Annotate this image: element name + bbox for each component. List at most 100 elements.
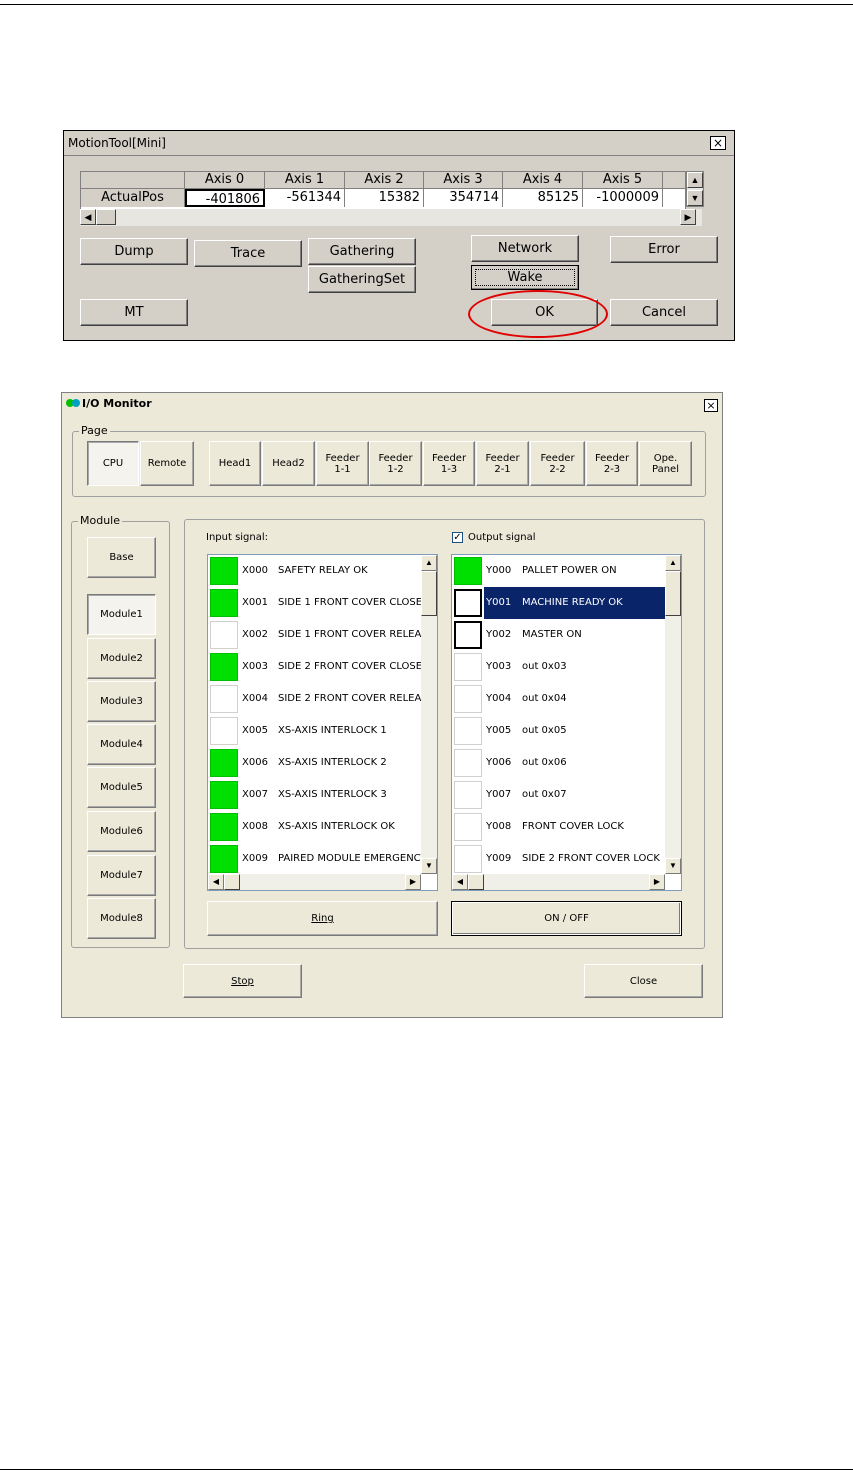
signal-code: Y008 <box>486 821 512 832</box>
close-button[interactable]: Close <box>584 964 703 998</box>
signal-name: SIDE 2 FRONT COVER CLOSE <box>278 661 423 672</box>
output-led-y001 <box>454 589 482 617</box>
page-button-head2[interactable]: Head2 <box>262 441 315 486</box>
page-button-feeder-1-3[interactable]: Feeder 1-3 <box>423 441 475 486</box>
trace-button[interactable]: Trace <box>194 240 302 267</box>
list-item[interactable]: X007 XS-AXIS INTERLOCK 3 <box>208 779 422 811</box>
scroll-left-icon[interactable]: ◀ <box>208 874 224 890</box>
input-list-vertical-scrollbar[interactable]: ▲ ▼ <box>421 555 437 874</box>
scroll-left-icon[interactable]: ◀ <box>80 209 96 225</box>
list-item[interactable]: X008 XS-AXIS INTERLOCK OK <box>208 811 422 843</box>
dump-button[interactable]: Dump <box>80 238 188 265</box>
list-item[interactable]: Y006 out 0x06 <box>452 747 666 779</box>
signal-code: X002 <box>242 629 268 640</box>
output-list-scroll-thumb[interactable] <box>665 571 681 616</box>
page-button-head1[interactable]: Head1 <box>209 441 261 486</box>
list-item[interactable]: X000 SAFETY RELAY OK <box>208 555 422 587</box>
scroll-up-icon[interactable]: ▲ <box>421 555 437 571</box>
scroll-up-icon[interactable]: ▲ <box>687 172 703 188</box>
list-item[interactable]: Y007 out 0x07 <box>452 779 666 811</box>
scroll-right-icon[interactable]: ▶ <box>649 874 665 890</box>
wake-button[interactable]: Wake <box>471 265 579 290</box>
scroll-down-icon[interactable]: ▼ <box>421 858 437 874</box>
module-button-module2[interactable]: Module2 <box>87 638 156 679</box>
list-item[interactable]: Y000 PALLET POWER ON <box>452 555 666 587</box>
error-button[interactable]: Error <box>610 236 718 263</box>
list-item-selected[interactable]: Y001 MACHINE READY OK <box>452 587 666 619</box>
column-header-axis1: Axis 1 <box>265 172 345 189</box>
list-item[interactable]: Y002 MASTER ON <box>452 619 666 651</box>
input-led-x005 <box>210 717 238 745</box>
module-button-base[interactable]: Base <box>87 537 156 578</box>
scroll-right-icon[interactable]: ▶ <box>680 209 696 225</box>
cancel-button[interactable]: Cancel <box>610 299 718 326</box>
signal-code: Y003 <box>486 661 512 672</box>
scroll-right-icon[interactable]: ▶ <box>405 874 421 890</box>
page-button-feeder-2-2[interactable]: Feeder 2-2 <box>530 441 585 486</box>
ring-button[interactable]: Ring <box>207 901 438 936</box>
page-button-feeder-1-2[interactable]: Feeder 1-2 <box>369 441 422 486</box>
module-button-module4[interactable]: Module4 <box>87 724 156 765</box>
module-button-module1[interactable]: Module1 <box>87 594 156 635</box>
network-button[interactable]: Network <box>471 235 579 262</box>
input-list-scroll-thumb[interactable] <box>421 571 437 616</box>
output-signal-list[interactable]: Y000 PALLET POWER ON Y001 MACHINE READY … <box>451 554 682 891</box>
output-list-vertical-scrollbar[interactable]: ▲ ▼ <box>665 555 681 874</box>
grid-horizontal-scrollbar[interactable]: ◀ ▶ <box>80 209 702 226</box>
actualpos-axis4-cell[interactable]: 85125 <box>503 189 583 207</box>
signal-name: out 0x03 <box>522 661 567 672</box>
signal-name: SIDE 1 FRONT COVER CLOSE <box>278 597 423 608</box>
actualpos-axis1-cell[interactable]: -561344 <box>265 189 345 207</box>
page-button-ope-panel[interactable]: Ope. Panel <box>639 441 692 486</box>
input-hscroll-thumb[interactable] <box>224 874 240 890</box>
signal-name: out 0x05 <box>522 725 567 736</box>
module-button-module7[interactable]: Module7 <box>87 855 156 896</box>
list-item[interactable]: X001 SIDE 1 FRONT COVER CLOSE <box>208 587 422 619</box>
list-item[interactable]: X002 SIDE 1 FRONT COVER RELEASE <box>208 619 434 651</box>
list-item[interactable]: X009 PAIRED MODULE EMERGENCY <box>208 843 427 875</box>
on-off-button[interactable]: ON / OFF <box>451 901 682 936</box>
close-icon[interactable]: × <box>704 399 718 412</box>
list-item[interactable]: X005 XS-AXIS INTERLOCK 1 <box>208 715 422 747</box>
list-item[interactable]: Y005 out 0x05 <box>452 715 666 747</box>
page-button-remote[interactable]: Remote <box>140 441 194 486</box>
motiontool-title: MotionTool[Mini] <box>68 136 166 150</box>
output-hscroll-thumb[interactable] <box>468 874 484 890</box>
close-icon[interactable]: × <box>710 136 726 150</box>
list-item[interactable]: Y009 SIDE 2 FRONT COVER LOCK <box>452 843 666 875</box>
scroll-down-icon[interactable]: ▼ <box>687 190 703 206</box>
ok-button[interactable]: OK <box>491 299 598 326</box>
output-list-horizontal-scrollbar[interactable]: ◀ ▶ <box>452 874 665 890</box>
module-button-module8[interactable]: Module8 <box>87 898 156 939</box>
list-item[interactable]: Y004 out 0x04 <box>452 683 666 715</box>
input-list-horizontal-scrollbar[interactable]: ◀ ▶ <box>208 874 421 890</box>
page-button-cpu[interactable]: CPU <box>87 441 139 486</box>
module-button-module6[interactable]: Module6 <box>87 811 156 852</box>
actualpos-axis2-cell[interactable]: 15382 <box>345 189 424 207</box>
page-button-feeder-2-1[interactable]: Feeder 2-1 <box>476 441 529 486</box>
actualpos-axis3-cell[interactable]: 354714 <box>424 189 503 207</box>
input-signal-list[interactable]: X000 SAFETY RELAY OK X001 SIDE 1 FRONT C… <box>207 554 438 891</box>
list-item[interactable]: X004 SIDE 2 FRONT COVER RELEASE <box>208 683 434 715</box>
grid-scroll-thumb[interactable] <box>96 209 116 225</box>
output-signal-checkbox[interactable]: ✓ <box>452 532 463 543</box>
list-item[interactable]: X003 SIDE 2 FRONT COVER CLOSE <box>208 651 422 683</box>
list-item[interactable]: Y008 FRONT COVER LOCK <box>452 811 666 843</box>
stop-button[interactable]: Stop <box>183 964 302 998</box>
scroll-left-icon[interactable]: ◀ <box>452 874 468 890</box>
grid-vertical-scrollbar[interactable]: ▲ ▼ <box>686 171 704 207</box>
input-led-x004 <box>210 685 238 713</box>
actualpos-axis0-cell[interactable]: -401806 <box>185 189 265 207</box>
gathering-set-button[interactable]: GatheringSet <box>308 266 416 293</box>
actualpos-axis5-cell[interactable]: -1000009 <box>583 189 663 207</box>
mt-button[interactable]: MT <box>80 299 188 326</box>
page-button-feeder-1-1[interactable]: Feeder 1-1 <box>316 441 369 486</box>
list-item[interactable]: Y003 out 0x03 <box>452 651 666 683</box>
list-item[interactable]: X006 XS-AXIS INTERLOCK 2 <box>208 747 422 779</box>
module-button-module3[interactable]: Module3 <box>87 681 156 722</box>
scroll-down-icon[interactable]: ▼ <box>665 858 681 874</box>
page-button-feeder-2-3[interactable]: Feeder 2-3 <box>586 441 638 486</box>
module-button-module5[interactable]: Module5 <box>87 767 156 808</box>
scroll-up-icon[interactable]: ▲ <box>665 555 681 571</box>
gathering-button[interactable]: Gathering <box>308 238 416 265</box>
